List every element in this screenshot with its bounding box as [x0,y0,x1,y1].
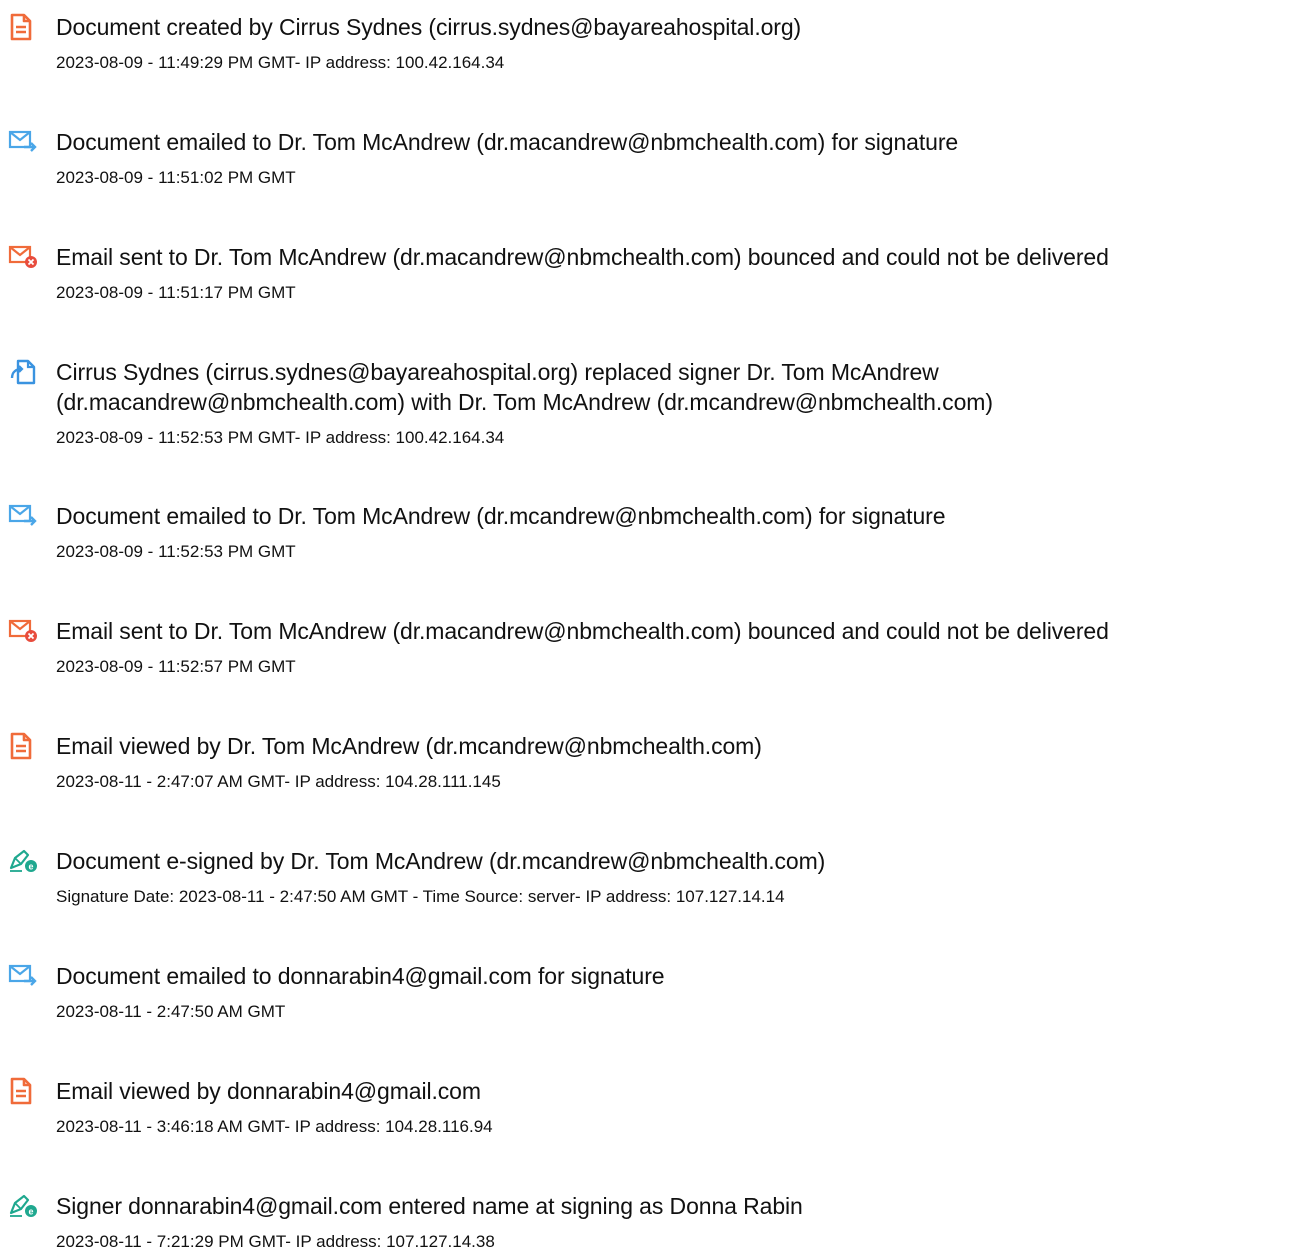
event-description-line: Cirrus Sydnes (cirrus.sydnes@bayareahosp… [56,359,939,385]
event-description-line: Document e-signed by Dr. Tom McAndrew (d… [56,848,826,874]
event-description-line: Document emailed to donnarabin4@gmail.co… [56,963,665,989]
email-bounced-icon [8,617,40,647]
event-description: Document created by Cirrus Sydnes (cirru… [56,12,801,42]
event-timestamp: 2023-08-11 - 7:21:29 PM GMT- IP address:… [56,1232,495,1251]
event-description: Document emailed to Dr. Tom McAndrew (dr… [56,127,958,157]
event-description: Email sent to Dr. Tom McAndrew (dr.macan… [56,242,1109,272]
document-icon [8,1077,40,1107]
event-timestamp: 2023-08-09 - 11:52:53 PM GMT- IP address… [56,428,505,447]
event-description: Email viewed by donnarabin4@gmail.com [56,1076,481,1106]
esign-pen-icon: e [8,1192,40,1222]
event-description: Signer donnarabin4@gmail.com entered nam… [56,1191,803,1221]
event-description-line: Email viewed by donnarabin4@gmail.com [56,1078,481,1104]
event-timestamp: 2023-08-09 - 11:49:29 PM GMT- IP address… [56,53,505,72]
replace-signer-icon [8,358,40,388]
event-description-line: Email viewed by Dr. Tom McAndrew (dr.mca… [56,733,762,759]
email-bounced-icon [8,243,40,273]
event-description: Document e-signed by Dr. Tom McAndrew (d… [56,846,825,876]
event-description-line: Email sent to Dr. Tom McAndrew (dr.macan… [56,618,1109,644]
email-sent-icon [8,128,40,158]
event-description-line: Document created by Cirrus Sydnes (cirru… [56,14,802,40]
event-timestamp: 2023-08-09 - 11:52:57 PM GMT [56,657,296,676]
event-description: Cirrus Sydnes (cirrus.sydnes@bayareahosp… [56,357,993,417]
event-timestamp: 2023-08-09 - 11:51:02 PM GMT [56,168,296,187]
event-timestamp: Signature Date: 2023-08-11 - 2:47:50 AM … [56,887,785,906]
event-description-line: Document emailed to Dr. Tom McAndrew (dr… [56,503,946,529]
event-description: Document emailed to donnarabin4@gmail.co… [56,961,665,991]
svg-text:e: e [28,862,33,872]
event-timestamp: 2023-08-11 - 3:46:18 AM GMT- IP address:… [56,1117,493,1136]
event-description-line: Email sent to Dr. Tom McAndrew (dr.macan… [56,244,1109,270]
event-timestamp: 2023-08-09 - 11:51:17 PM GMT [56,283,296,302]
event-description-line: Document emailed to Dr. Tom McAndrew (dr… [56,129,959,155]
event-description-line: Signer donnarabin4@gmail.com entered nam… [56,1193,803,1219]
esign-pen-icon: e [8,847,40,877]
document-icon [8,732,40,762]
event-description: Document emailed to Dr. Tom McAndrew (dr… [56,501,945,531]
event-timestamp: 2023-08-11 - 2:47:50 AM GMT [56,1002,286,1021]
document-icon [8,13,40,43]
event-timestamp: 2023-08-11 - 2:47:07 AM GMT- IP address:… [56,772,501,791]
email-sent-icon [8,962,40,992]
event-timestamp: 2023-08-09 - 11:52:53 PM GMT [56,542,296,561]
audit-trail-list: Document created by Cirrus Sydnes (cirru… [0,0,1302,1256]
event-description: Email sent to Dr. Tom McAndrew (dr.macan… [56,616,1109,646]
svg-text:e: e [28,1207,33,1217]
event-description: Email viewed by Dr. Tom McAndrew (dr.mca… [56,731,762,761]
email-sent-icon [8,502,40,532]
event-description-line: (dr.macandrew@nbmchealth.com) with Dr. T… [56,389,993,415]
